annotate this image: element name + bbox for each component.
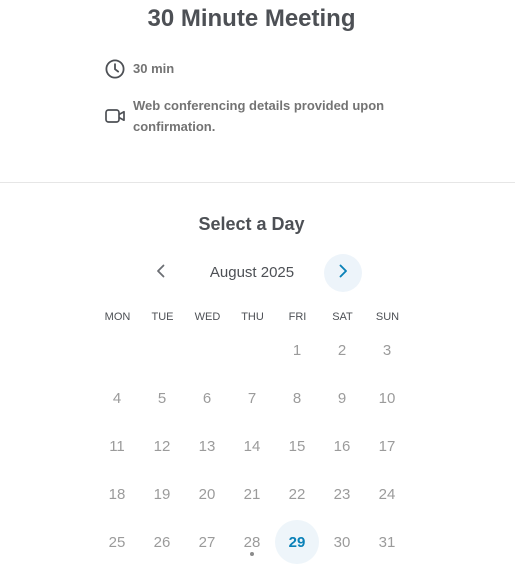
day-cell: 15 [288,437,306,455]
month-navigation: August 2025 [0,253,515,293]
day-button-available[interactable]: 29 [275,520,319,564]
day-cell: 6 [202,389,212,407]
location-row: Web conferencing details provided upon c… [104,95,408,137]
day-cell: 8 [292,389,302,407]
next-month-button[interactable] [324,254,362,292]
day-cell: 26 [153,533,171,551]
today-indicator [250,552,254,556]
day-cell: 20 [198,485,216,503]
day-cell: 1 [292,341,302,359]
weekday-label: MON [104,311,131,323]
video-camera-icon [104,105,126,127]
weekday-label: TUE [151,311,174,323]
day-cell: 12 [153,437,171,455]
day-cell: 18 [108,485,126,503]
chevron-right-icon [337,264,349,283]
day-cell: 23 [333,485,351,503]
day-cell: 24 [378,485,396,503]
section-divider [0,182,515,183]
day-cell: 19 [153,485,171,503]
day-cell: 16 [333,437,351,455]
day-cell: 28 [243,533,261,551]
day-cell: 2 [337,341,347,359]
day-cell: 5 [157,389,167,407]
month-label: August 2025 [209,264,295,281]
weekday-label: FRI [288,311,307,323]
duration-text: 30 min [133,61,175,76]
day-cell: 31 [378,533,396,551]
event-title: 30 Minute Meeting [147,5,356,32]
day-cell: 30 [333,533,351,551]
day-cell: 9 [337,389,347,407]
day-cell: 27 [198,533,216,551]
day-cell: 10 [378,389,396,407]
previous-month-button[interactable] [142,254,180,292]
day-cell: 22 [288,485,306,503]
weekday-label: SUN [375,311,400,323]
day-cell: 13 [198,437,216,455]
day-cell: 14 [243,437,261,455]
day-cell: 25 [108,533,126,551]
day-cell: 17 [378,437,396,455]
weekday-label: SAT [332,311,353,323]
duration-row: 30 min [104,58,174,80]
weekday-label: THU [241,311,264,323]
day-cell: 3 [382,341,392,359]
day-cell: 11 [109,437,125,455]
chevron-left-icon [155,264,167,283]
day-cell: 7 [247,389,257,407]
weekday-label: WED [194,311,221,323]
calendar-heading: Select a Day [198,214,305,234]
day-cell: 21 [243,485,261,503]
location-text: Web conferencing details provided upon c… [133,98,385,134]
booking-page: 30 Minute Meeting 30 min Web conferencin… [0,0,515,584]
day-cell: 4 [112,389,122,407]
clock-icon [104,58,126,80]
